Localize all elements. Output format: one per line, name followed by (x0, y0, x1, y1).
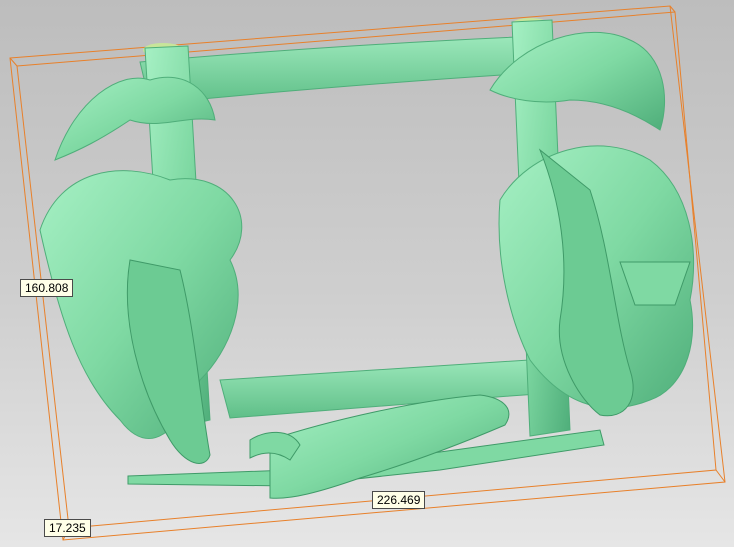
height-dimension-label: 160.808 (20, 279, 74, 297)
depth-dimension-label: 17.235 (44, 519, 91, 537)
width-dimension-label: 226.469 (372, 491, 426, 509)
3d-viewport[interactable]: 160.808 226.469 17.235 (0, 0, 734, 547)
carved-relief-frame-icon[interactable] (39, 18, 695, 499)
relief-model-scene[interactable] (0, 0, 734, 547)
